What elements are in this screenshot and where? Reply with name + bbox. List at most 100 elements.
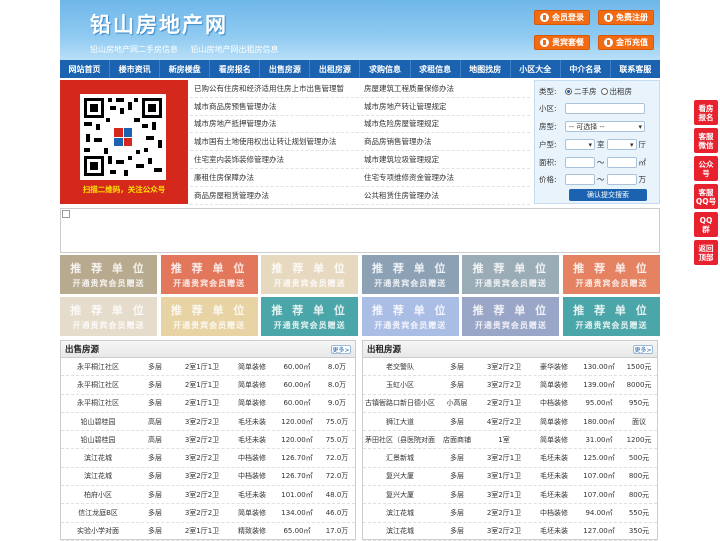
list-item[interactable]: 老交警队 多层 3室2厅2卫 豪华装修 130.00㎡ 1500元 [363,358,657,377]
list-cell: 毛坯未装 [238,417,266,426]
community-input[interactable] [565,103,645,114]
list-item[interactable]: 茅田社区（县医院对面 店面商铺 1室 简单装修 31.00㎡ 1200元 [363,431,657,450]
banner-image[interactable] [60,208,660,253]
list-item[interactable]: 信江龙庭B区 多层 3室2厅2卫 简单装修 134.00㎡ 46.0万 [61,504,355,523]
nav-item-1[interactable]: 楼市资讯 [110,60,161,78]
side-button-0[interactable]: 看房 报名 [694,100,718,125]
nav-item-9[interactable]: 小区大全 [511,60,561,78]
nav-item-5[interactable]: 出租房源 [310,60,361,78]
list-cell: 31.00㎡ [585,435,613,444]
nav-item-2[interactable]: 新房楼盘 [160,60,211,78]
list-cell: 简单装修 [238,380,266,389]
policy-link[interactable]: 商品房屋租赁管理办法 [190,190,360,201]
recommend-ad[interactable]: 推 荐 单 位开通贵宾会员赠送 [361,297,459,336]
side-button-4[interactable]: QQ 群 [694,212,718,237]
policy-link[interactable]: 住宅专项维修资金管理办法 [360,172,530,183]
rent-more-button[interactable]: 更多> [633,344,653,354]
recommend-ad[interactable]: 推 荐 单 位开通贵宾会员赠送 [160,297,258,336]
nav-item-8[interactable]: 地图找房 [461,60,511,78]
register-button[interactable]: 免费注册 [598,10,654,25]
login-button[interactable]: 会员登录 [534,10,590,25]
list-item[interactable]: 滨江花城 多层 3室2厅2卫 中档装修 126.70㎡ 72.0万 [61,468,355,487]
list-item[interactable]: 永平桐江社区 多层 2室1厅1卫 简单装修 60.00㎡ 8.0万 [61,376,355,395]
recommend-ad[interactable]: 推 荐 单 位开通贵宾会员赠送 [60,297,157,336]
area-min-input[interactable] [565,157,595,168]
list-item[interactable]: 玉虹小区 多层 3室2厅2卫 简单装修 139.00㎡ 8000元 [363,376,657,395]
policy-link[interactable]: 城市房地产抵押管理办法 [190,118,360,129]
sub-link-rent[interactable]: 铅山房地产网出租房信息 [191,45,279,54]
ad-subtitle: 开通贵宾会员赠送 [474,321,547,330]
policy-link[interactable]: 廉租住房保障办法 [190,172,360,183]
vip-icon [540,38,549,47]
list-item[interactable]: 永平桐江社区 多层 2室1厅1卫 简单装修 60.00㎡ 8.0万 [61,358,355,377]
list-cell: 复兴大厦 [386,472,414,481]
list-item[interactable]: 滨江花城 多层 2室2厅1卫 中档装修 94.00㎡ 550元 [363,504,657,523]
list-item[interactable]: 复兴大厦 多层 3室1厅1卫 毛坯未装 107.00㎡ 800元 [363,468,657,487]
policy-link[interactable]: 城市商品房预售管理办法 [190,101,360,112]
sub-link-sale[interactable]: 铅山房地产网二手房信息 [90,45,178,54]
list-item[interactable]: 滨江花城 多层 3室2厅2卫 毛坯未装 127.00㎡ 350元 [363,523,657,541]
recommend-ad[interactable]: 推 荐 单 位开通贵宾会员赠送 [361,255,459,294]
side-button-3[interactable]: 客服 QQ号 [694,184,718,209]
recharge-label: 金币充值 [616,38,648,47]
policy-link[interactable]: 城市房地产转让管理规定 [360,101,530,112]
nav-item-4[interactable]: 出售房源 [260,60,311,78]
sale-more-button[interactable]: 更多> [331,344,351,354]
room-select[interactable]: ▾ [565,139,595,150]
list-item[interactable]: 实验小学对面 多层 2室1厅1卫 精致装修 65.00㎡ 17.0万 [61,523,355,541]
price-max-input[interactable] [606,174,637,185]
policy-link[interactable]: 住宅室内装饰装修管理办法 [190,154,360,165]
nav-item-3[interactable]: 看房报名 [210,60,261,78]
policy-link[interactable]: 城市危险房屋管理规定 [360,118,530,129]
search-submit-button[interactable]: 确认提交搜索 [569,189,647,201]
list-cell: 3室2厅2卫 [184,490,220,499]
policy-link[interactable]: 公共租赁住房管理办法 [360,190,530,201]
vip-package-button[interactable]: 贵宾套餐 [534,35,590,50]
site-title[interactable]: 铅山房地产网 [90,9,228,39]
policy-link[interactable]: 房屋建筑工程质量保修办法 [360,83,530,94]
list-cell: 多层 [450,472,464,481]
qr-panel: 扫描二维码，关注公众号 [60,80,188,204]
recommend-ad[interactable]: 推 荐 单 位开通贵宾会员赠送 [261,255,359,294]
list-item[interactable]: 柏府小区 多层 3室2厅2卫 毛坯未装 101.00㎡ 48.0万 [61,486,355,505]
list-cell: 60.00㎡ [283,380,311,389]
list-item[interactable]: 永平桐江社区 多层 2室1厅1卫 简单装修 60.00㎡ 9.0万 [61,395,355,413]
recharge-button[interactable]: 金币充值 [598,35,654,50]
list-item[interactable]: 铅山碧桂园 高层 3室2厅2卫 毛坯未装 120.00㎡ 75.0万 [61,413,355,432]
policy-link[interactable]: 已购公有住房和经济适用住房上市出售管理暂 [190,83,360,94]
chevron-down-icon: ▾ [638,122,642,131]
price-min-input[interactable] [565,174,595,185]
radio-rent[interactable] [600,88,608,95]
sale-panel: 出售房源 更多> 永平桐江社区 多层 2室1厅1卫 简单装修 60.00㎡ 8.0万 永平桐… [60,340,356,541]
recommend-ad[interactable]: 推 荐 单 位开通贵宾会员赠送 [160,255,258,294]
nav-item-11[interactable]: 联系客服 [611,60,660,78]
nav-item-0[interactable]: 网站首页 [60,60,111,78]
radio-sale[interactable] [565,88,572,95]
nav-item-7[interactable]: 求租信息 [411,60,461,78]
side-button-1[interactable]: 客服 微信 [694,128,718,153]
policy-link[interactable]: 商品房销售管理办法 [360,136,530,147]
list-item[interactable]: 狮江大道 多层 4室2厅2卫 简单装修 180.00㎡ 面议 [363,413,657,432]
register-icon [604,13,613,22]
list-cell: 简单装修 [238,362,266,371]
recommend-ad[interactable]: 推 荐 单 位开通贵宾会员赠送 [563,297,660,336]
side-button-2[interactable]: 公众号 [694,156,718,181]
policy-link[interactable]: 城市国有土地使用权出让转让规划管理办法 [190,136,360,147]
list-item[interactable]: 滨江花城 多层 3室2厅2卫 中档装修 126.70㎡ 72.0万 [61,449,355,468]
recommend-ad[interactable]: 推 荐 单 位开通贵宾会员赠送 [462,297,560,336]
recommend-ad[interactable]: 推 荐 单 位开通贵宾会员赠送 [261,297,359,336]
policy-link[interactable]: 城市建筑垃圾管理规定 [360,154,530,165]
recommend-ad[interactable]: 推 荐 单 位开通贵宾会员赠送 [462,255,560,294]
nav-item-10[interactable]: 中介名录 [561,60,611,78]
list-item[interactable]: 汇景新城 多层 3室2厅1卫 毛坯未装 125.00㎡ 500元 [363,449,657,468]
side-button-5[interactable]: 返回 顶部 [694,240,718,265]
list-item[interactable]: 古镇衙路口新日德小区 小高层 2室2厅1卫 中档装修 95.00㎡ 950元 [363,395,657,413]
recommend-ad[interactable]: 推 荐 单 位开通贵宾会员赠送 [60,255,157,294]
area-max-input[interactable] [606,157,637,168]
list-item[interactable]: 复兴大厦 多层 3室2厅1卫 毛坯未装 107.00㎡ 800元 [363,486,657,505]
recommend-ad[interactable]: 推 荐 单 位开通贵宾会员赠送 [563,255,660,294]
hall-select[interactable]: ▾ [606,139,637,150]
nav-item-6[interactable]: 求购信息 [360,60,411,78]
list-item[interactable]: 铅山碧桂园 高层 3室2厅2卫 毛坯未装 120.00㎡ 75.0万 [61,431,355,450]
house-select[interactable]: -- 可选择 -- ▾ [565,121,645,132]
